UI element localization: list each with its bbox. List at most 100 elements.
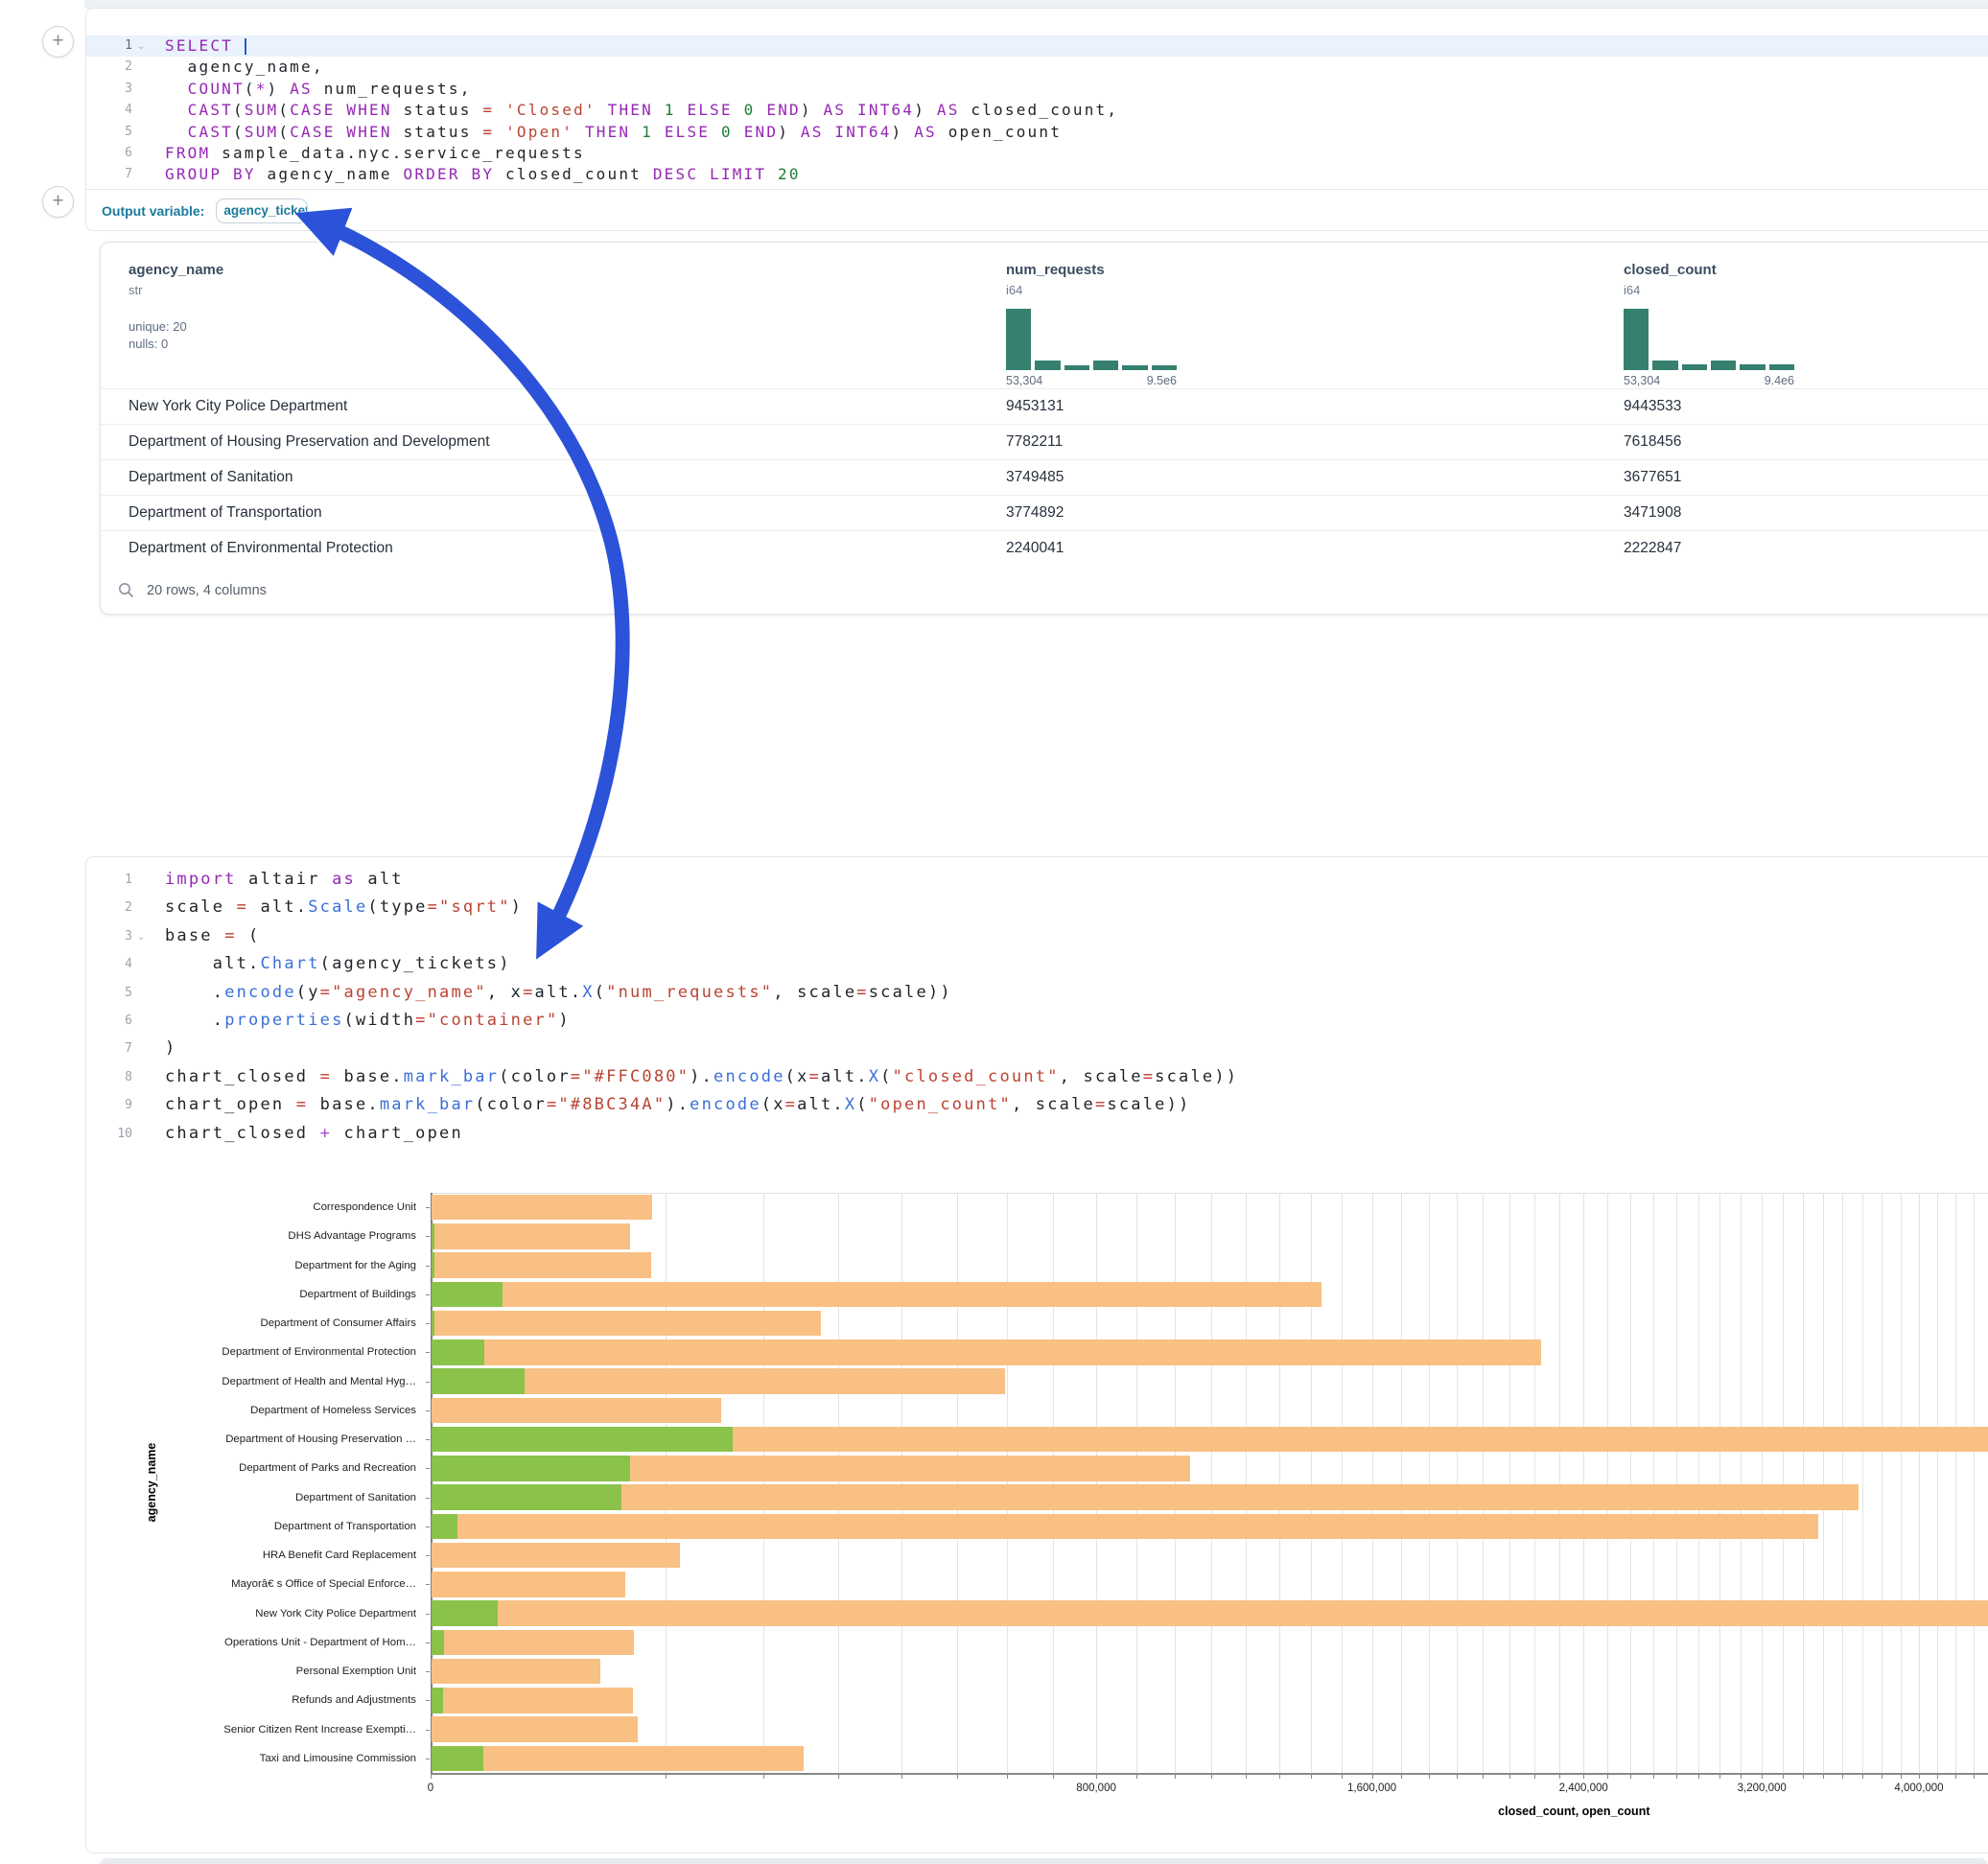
histogram-bar: [1740, 364, 1765, 370]
code-line[interactable]: 6FROM sample_data.nyc.service_requests: [86, 143, 1988, 164]
y-category-label[interactable]: Senior Citizen Rent Increase Exempti…: [86, 1724, 416, 1736]
y-category-label[interactable]: Department of Housing Preservation …: [86, 1433, 416, 1445]
gridline: [1534, 1193, 1535, 1773]
column-type: i64: [1624, 283, 1794, 297]
table-row[interactable]: Department of Sanitation37494853677651: [101, 459, 1988, 495]
code-line[interactable]: 7GROUP BY agency_name ORDER BY closed_co…: [86, 164, 1988, 185]
x-tick-label: 800,000: [1076, 1782, 1116, 1794]
table-cell: Department of Transportation: [129, 504, 322, 522]
column-name: agency_name: [129, 262, 223, 278]
y-category-label[interactable]: Department of Health and Mental Hyg…: [86, 1376, 416, 1387]
gridline: [1783, 1193, 1784, 1773]
y-tick: [426, 1266, 430, 1267]
x-tick-label: 0: [428, 1782, 433, 1794]
output-variable-badge[interactable]: agency_tickets: [216, 198, 308, 223]
x-tick: [1741, 1773, 1742, 1779]
y-tick: [426, 1584, 430, 1585]
column-header-agency-name[interactable]: agency_name str unique: 20 nulls: 0: [129, 262, 223, 353]
y-category-label[interactable]: Department of Parks and Recreation: [86, 1462, 416, 1474]
x-tick: [1955, 1773, 1956, 1779]
code-text: GROUP BY agency_name ORDER BY closed_cou…: [165, 164, 801, 185]
gridline: [1311, 1193, 1312, 1773]
code-line[interactable]: 2 agency_name,: [86, 57, 1988, 78]
y-category-label[interactable]: Correspondence Unit: [86, 1201, 416, 1213]
y-category-label[interactable]: Department of Consumer Affairs: [86, 1317, 416, 1329]
y-tick: [426, 1468, 430, 1469]
y-category-label[interactable]: Personal Exemption Unit: [86, 1666, 416, 1677]
y-tick: [426, 1439, 430, 1440]
y-category-label[interactable]: Department of Homeless Services: [86, 1405, 416, 1416]
x-tick: [1483, 1773, 1484, 1779]
x-tick: [1175, 1773, 1176, 1779]
column-header-num-requests[interactable]: num_requests i64 53,304 9.5e6: [1006, 262, 1177, 387]
x-tick: [1823, 1773, 1824, 1779]
y-tick: [426, 1700, 430, 1701]
y-axis-title: agency_name: [145, 1195, 158, 1770]
x-tick-label: 4,000,000: [1894, 1782, 1943, 1794]
y-category-label[interactable]: Department of Transportation: [86, 1521, 416, 1532]
x-tick: [1457, 1773, 1458, 1779]
sql-code-editor[interactable]: 1⌄SELECT 2 agency_name,3 COUNT(*) AS num…: [86, 35, 1988, 186]
table-body: New York City Police Department945313194…: [101, 388, 1988, 566]
x-tick: [1719, 1773, 1720, 1779]
x-tick: [1096, 1773, 1097, 1779]
gridline: [1401, 1193, 1402, 1773]
y-tick: [426, 1526, 430, 1527]
x-axis-title: closed_count, open_count: [1286, 1805, 1861, 1818]
y-category-label[interactable]: Department of Sanitation: [86, 1492, 416, 1503]
y-category-label[interactable]: Taxi and Limousine Commission: [86, 1753, 416, 1764]
x-tick: [1372, 1773, 1373, 1779]
y-category-label[interactable]: New York City Police Department: [86, 1608, 416, 1619]
x-tick-label: 1,600,000: [1347, 1782, 1396, 1794]
gridline: [1974, 1193, 1975, 1773]
code-line[interactable]: 1⌄SELECT: [86, 35, 1988, 57]
histogram-bar: [1652, 361, 1677, 370]
add-cell-button-middle[interactable]: +: [42, 186, 74, 218]
column-header-closed-count[interactable]: closed_count i64 53,304 9.4e6: [1624, 262, 1794, 387]
histogram-bar: [1682, 364, 1707, 370]
table-cell: 2222847: [1624, 540, 1681, 557]
table-row[interactable]: New York City Police Department945313194…: [101, 388, 1988, 424]
x-tick: [1901, 1773, 1902, 1779]
x-tick: [1211, 1773, 1212, 1779]
bar-open-count: [432, 1688, 443, 1713]
bar-closed-count: [432, 1688, 633, 1713]
gridline: [1698, 1193, 1699, 1773]
table-row[interactable]: Department of Transportation377489234719…: [101, 495, 1988, 530]
y-category-label[interactable]: Department of Environmental Protection: [86, 1346, 416, 1358]
histogram-min: 53,304: [1624, 374, 1660, 387]
bar-closed-count: [432, 1630, 634, 1656]
gridline: [1372, 1193, 1373, 1773]
bar-closed-count: [432, 1282, 1321, 1308]
bar-open-count: [432, 1223, 434, 1249]
x-tick: [1007, 1773, 1008, 1779]
histogram-max: 9.4e6: [1765, 374, 1794, 387]
histogram-bar: [1152, 365, 1177, 370]
code-line[interactable]: 5 CAST(SUM(CASE WHEN status = 'Open' THE…: [86, 122, 1988, 143]
y-category-label[interactable]: Department for the Aging: [86, 1260, 416, 1271]
y-category-label[interactable]: DHS Advantage Programs: [86, 1230, 416, 1242]
y-category-label[interactable]: Refunds and Adjustments: [86, 1694, 416, 1706]
code-line[interactable]: 3 COUNT(*) AS num_requests,: [86, 79, 1988, 100]
search-icon[interactable]: [118, 582, 134, 598]
y-category-label[interactable]: Mayorâ€ s Office of Special Enforce…: [86, 1578, 416, 1590]
table-row[interactable]: Department of Housing Preservation and D…: [101, 424, 1988, 459]
code-text: CAST(SUM(CASE WHEN status = 'Open' THEN …: [165, 122, 1062, 143]
x-tick: [1630, 1773, 1631, 1779]
y-tick: [426, 1352, 430, 1353]
x-tick: [1882, 1773, 1883, 1779]
query-result-table: agency_name str unique: 20 nulls: 0 num_…: [100, 242, 1988, 615]
table-row[interactable]: Department of Environmental Protection22…: [101, 530, 1988, 566]
chevron-down-icon[interactable]: ⌄: [137, 36, 145, 58]
y-category-label[interactable]: Department of Buildings: [86, 1289, 416, 1300]
y-tick: [426, 1498, 430, 1499]
x-tick: [1698, 1773, 1699, 1779]
bar-open-count: [432, 1630, 444, 1656]
x-tick: [1429, 1773, 1430, 1779]
y-category-label[interactable]: Operations Unit - Department of Hom…: [86, 1637, 416, 1648]
add-cell-button-top[interactable]: +: [42, 26, 74, 58]
y-tick: [426, 1410, 430, 1411]
y-category-label[interactable]: HRA Benefit Card Replacement: [86, 1549, 416, 1561]
code-line[interactable]: 4 CAST(SUM(CASE WHEN status = 'Closed' T…: [86, 100, 1988, 121]
column-histogram: [1006, 309, 1177, 370]
